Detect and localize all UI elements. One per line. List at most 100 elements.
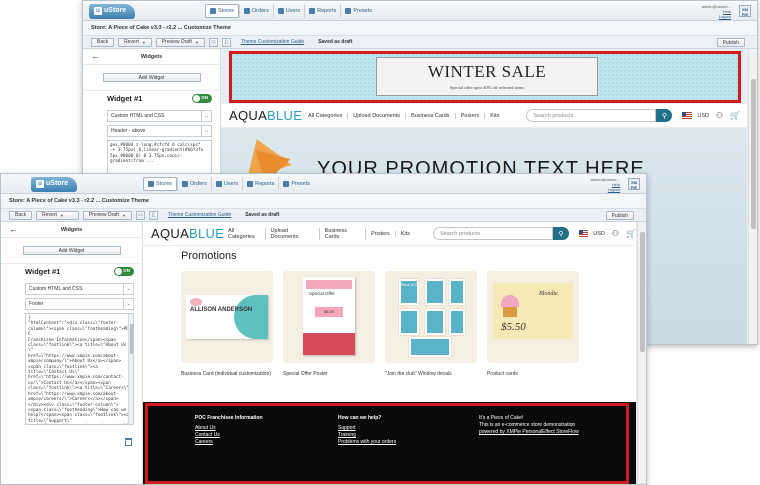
- search-button[interactable]: ⚲: [553, 227, 569, 240]
- nav-label: Orders: [189, 181, 207, 187]
- back-button[interactable]: Back: [9, 210, 33, 220]
- scrollbar-thumb[interactable]: [751, 79, 756, 229]
- preview-scrollbar[interactable]: [637, 222, 646, 484]
- stores-icon: [148, 181, 154, 187]
- poster-thumbnail[interactable]: Special Offer $5.00: [283, 271, 375, 363]
- ustore-logo[interactable]: u uStore: [89, 4, 135, 19]
- user-icon[interactable]: ⚇: [716, 111, 723, 120]
- mobile-view-icon[interactable]: ▯: [221, 37, 231, 47]
- code-editor[interactable]: { "htmlContent":"<div class=\"footer- co…: [25, 313, 134, 425]
- revert-button[interactable]: Revert ▼: [36, 210, 79, 220]
- trash-icon[interactable]: [125, 438, 132, 446]
- currency-label[interactable]: USD: [697, 113, 709, 119]
- cart-icon[interactable]: 🛒: [730, 111, 740, 120]
- store-logo[interactable]: AQUABLUE: [229, 108, 302, 123]
- scrollbar-thumb[interactable]: [130, 324, 133, 354]
- store-nav-item[interactable]: Upload Documents: [266, 227, 320, 240]
- widget-toggle[interactable]: ON: [114, 267, 134, 276]
- logout-link[interactable]: Logout: [702, 14, 731, 19]
- theme-guide-link[interactable]: Theme Customization Guide: [168, 212, 231, 218]
- promotion-card[interactable]: Special Offer $5.00 Special Offer Poster: [283, 271, 375, 377]
- store-nav-item[interactable]: Upload Documents: [348, 112, 407, 119]
- desktop-view-icon[interactable]: ▭: [135, 210, 145, 220]
- store-nav-item[interactable]: Business Cards: [406, 112, 456, 119]
- store-nav-item[interactable]: Kits: [396, 231, 415, 237]
- card-label[interactable]: "Join the club" Window decals: [385, 371, 477, 377]
- nav-presets[interactable]: Presets: [278, 177, 314, 191]
- card-label[interactable]: Special Offer Poster: [283, 371, 375, 377]
- toggle-label: ON: [201, 95, 208, 100]
- store-nav-item[interactable]: Kits: [485, 113, 504, 119]
- store-nav-item[interactable]: Business Cards: [320, 227, 367, 240]
- store-search-input[interactable]: Search products: [526, 109, 657, 122]
- desktop-view-icon[interactable]: ▭: [208, 37, 218, 47]
- preview-scrollbar[interactable]: [748, 49, 757, 344]
- widget-position-select[interactable]: Footer ⌄: [25, 298, 134, 310]
- search-button[interactable]: ⚲: [656, 109, 673, 122]
- add-widget-button[interactable]: Add Widget: [102, 73, 201, 82]
- promotion-card[interactable]: ALLISON ANDERSON Business Card (individu…: [181, 271, 273, 377]
- preview-draft-button[interactable]: Preview Draft ▼: [82, 210, 132, 220]
- poster-header: [306, 280, 352, 289]
- scrollbar-thumb[interactable]: [640, 232, 645, 352]
- store-nav-item[interactable]: All Categories: [223, 227, 266, 240]
- nav-users[interactable]: Users: [210, 177, 242, 191]
- theme-guide-link[interactable]: Theme Customization Guide: [241, 39, 304, 45]
- store-nav-item[interactable]: Posters: [366, 230, 396, 237]
- nav-stores[interactable]: Stores: [205, 4, 239, 18]
- store-nav-item[interactable]: All Categories: [303, 112, 349, 119]
- nav-users[interactable]: Users: [272, 4, 304, 18]
- store-search-input[interactable]: Search products: [432, 227, 554, 240]
- promotion-card[interactable]: Blondie $5.50 Product cards: [487, 271, 579, 377]
- preview-label: Preview Draft: [88, 212, 119, 218]
- nav-label: Reports: [317, 8, 337, 14]
- add-widget-button[interactable]: Add Widget: [22, 246, 121, 255]
- decals-thumbnail[interactable]: Piece of Cake: [385, 271, 477, 363]
- business-card-thumbnail[interactable]: ALLISON ANDERSON: [181, 271, 273, 363]
- widget-toggle[interactable]: ON: [192, 94, 212, 103]
- publish-button[interactable]: Publish: [716, 38, 745, 47]
- store-logo[interactable]: AQUABLUE: [151, 226, 224, 241]
- nav-reports[interactable]: Reports: [304, 4, 340, 18]
- us-flag-icon[interactable]: [682, 112, 693, 119]
- nav-orders[interactable]: Orders: [176, 177, 211, 191]
- store-nav: All Categories Upload Documents Business…: [223, 227, 415, 240]
- decal-image: [399, 309, 419, 335]
- nav-label: Users: [223, 181, 239, 187]
- card-label[interactable]: Business Card (individual customization): [181, 371, 273, 377]
- code-scrollbar[interactable]: [128, 314, 133, 424]
- widget-type-select[interactable]: Custom HTML and CSS ⌄: [25, 283, 134, 295]
- user-icon[interactable]: ⚇: [612, 229, 619, 238]
- back-arrow-icon[interactable]: ←: [91, 49, 100, 64]
- ustore-logo-icon: u: [36, 180, 44, 188]
- widget-position-select[interactable]: Header - above ⌄: [107, 125, 212, 137]
- nav-stores[interactable]: Stores: [143, 177, 177, 191]
- product-card-thumbnail[interactable]: Blondie $5.50: [487, 271, 579, 363]
- back-button[interactable]: Back: [91, 37, 115, 47]
- nav-reports[interactable]: Reports: [242, 177, 278, 191]
- us-flag-icon[interactable]: [578, 230, 589, 237]
- code-text: gex,#0004 z-long,#cfcfd 0 calc(spc* -+ 3…: [110, 143, 204, 165]
- currency-label[interactable]: USD: [593, 231, 605, 237]
- poster-image: Special Offer $5.00: [303, 277, 355, 355]
- presets-icon: [283, 181, 290, 187]
- product-price: $5.50: [501, 321, 526, 333]
- publish-button[interactable]: Publish: [605, 211, 634, 220]
- cart-icon[interactable]: 🛒: [626, 229, 636, 238]
- app-bar: u uStore Stores Orders Users Reports Pres…: [83, 1, 757, 21]
- card-label[interactable]: Product cards: [487, 371, 579, 377]
- nav-presets[interactable]: Presets: [340, 4, 376, 18]
- ustore-logo[interactable]: u uStore: [31, 177, 77, 192]
- preview-draft-button[interactable]: Preview Draft ▼: [155, 37, 205, 47]
- product-card-image: Blondie $5.50: [493, 283, 573, 339]
- revert-button[interactable]: Revert ▼: [118, 37, 152, 47]
- back-arrow-icon[interactable]: ←: [9, 222, 18, 237]
- mobile-view-icon[interactable]: ▯: [148, 210, 158, 220]
- store-nav-item[interactable]: Posters: [456, 112, 486, 119]
- nav-orders[interactable]: Orders: [238, 4, 273, 18]
- logo-text: uStore: [104, 7, 127, 14]
- widget-type-select[interactable]: Custom HTML and CSS ⌄: [107, 110, 212, 122]
- logout-link[interactable]: Logout: [591, 187, 620, 192]
- select-value: Footer: [29, 301, 44, 307]
- promotion-card[interactable]: Piece of Cake "Join the club" Window dec…: [385, 271, 477, 377]
